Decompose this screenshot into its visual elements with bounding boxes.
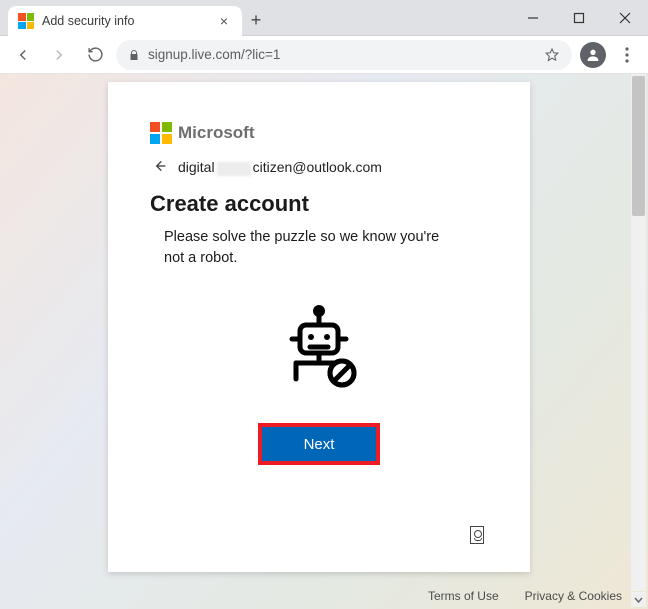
next-button[interactable]: Next: [262, 427, 376, 461]
microsoft-favicon: [18, 13, 34, 29]
profile-avatar[interactable]: [580, 42, 606, 68]
footer-links: Terms of Use Privacy & Cookies: [428, 589, 622, 603]
scrollbar[interactable]: [631, 74, 646, 591]
window-controls: [510, 0, 648, 35]
identity-email: digitalcitizen@outlook.com: [178, 159, 382, 175]
lock-icon: [128, 48, 140, 62]
browser-toolbar: signup.live.com/?lic=1: [0, 36, 648, 74]
forward-button[interactable]: [44, 40, 74, 70]
identity-back-button[interactable]: [152, 158, 170, 177]
new-tab-button[interactable]: +: [242, 6, 270, 35]
page-title: Create account: [150, 191, 488, 217]
redacted-segment: [217, 162, 251, 176]
robot-captcha-icon: [150, 305, 488, 389]
browser-menu-button[interactable]: [614, 47, 640, 63]
microsoft-logo-icon: [150, 122, 172, 144]
terms-link[interactable]: Terms of Use: [428, 589, 499, 603]
scrollbar-thumb[interactable]: [632, 76, 645, 216]
reload-button[interactable]: [80, 40, 110, 70]
address-bar[interactable]: signup.live.com/?lic=1: [116, 40, 572, 70]
star-icon[interactable]: [544, 47, 560, 63]
next-button-highlight: Next: [258, 423, 380, 465]
microsoft-wordmark: Microsoft: [178, 123, 255, 143]
signup-card: Microsoft digitalcitizen@outlook.com Cre…: [108, 82, 530, 572]
window-title-bar: Add security info × +: [0, 0, 648, 36]
browser-tab[interactable]: Add security info ×: [8, 6, 242, 36]
url-text: signup.live.com/?lic=1: [148, 47, 536, 62]
back-button[interactable]: [8, 40, 38, 70]
scrollbar-down-button[interactable]: [631, 592, 646, 607]
tab-close-icon[interactable]: ×: [216, 13, 232, 29]
minimize-button[interactable]: [510, 0, 556, 35]
privacy-link[interactable]: Privacy & Cookies: [525, 589, 622, 603]
page-viewport: Microsoft digitalcitizen@outlook.com Cre…: [0, 74, 648, 609]
tab-title: Add security info: [42, 14, 208, 28]
maximize-button[interactable]: [556, 0, 602, 35]
microsoft-logo: Microsoft: [150, 122, 488, 144]
instruction-text: Please solve the puzzle so we know you'r…: [164, 227, 454, 269]
identity-row: digitalcitizen@outlook.com: [150, 158, 488, 177]
close-window-button[interactable]: [602, 0, 648, 35]
audio-challenge-icon[interactable]: [470, 526, 484, 544]
